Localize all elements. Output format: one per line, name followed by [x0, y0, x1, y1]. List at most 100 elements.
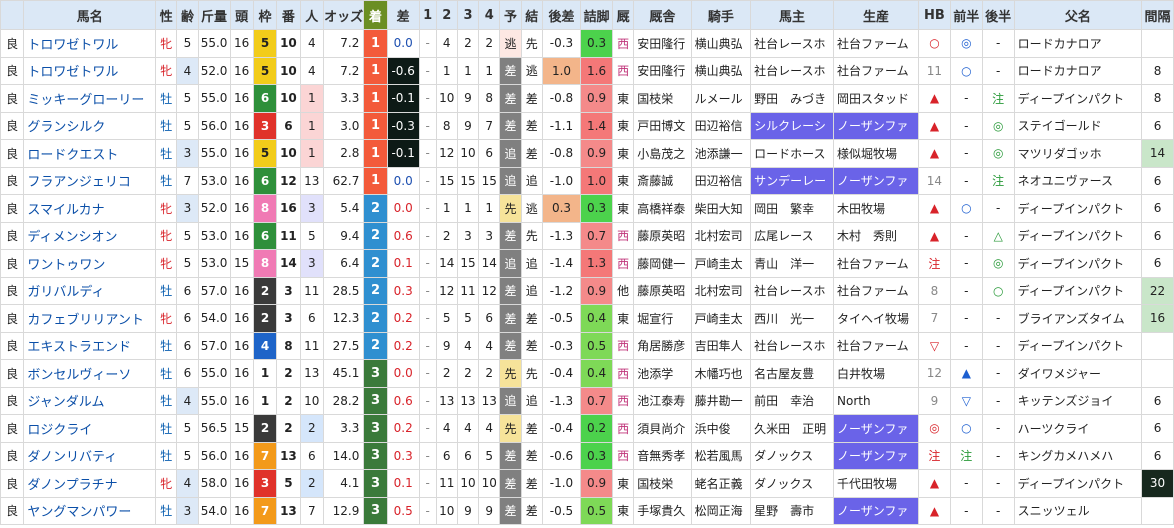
odds-cell: 3.0 — [322, 111, 365, 140]
header-2[interactable]: 齢 — [176, 0, 199, 30]
horse-name-link[interactable]: カフェブリリアント — [23, 304, 157, 333]
header-13[interactable]: 3 — [456, 0, 480, 30]
header-6[interactable]: 番 — [276, 0, 301, 30]
header-1[interactable]: 性 — [155, 0, 178, 30]
table-row[interactable]: 良ボンセルヴィーソ牡 6 55.0 16 1 2 13 45.1 3 0.0-2 2 2 先先 -0.4 0… — [0, 359, 1174, 388]
header-3[interactable]: 斤量 — [197, 0, 231, 30]
table-row[interactable]: 良スマイルカナ牝 3 52.0 16 8 16 3 5.4 2 0.0-1 1 1 先逃 0.3 0.3 東高… — [0, 194, 1174, 223]
horse-name-link[interactable]: フラアンジェリコ — [23, 166, 157, 195]
corner2-cell: 14 — [435, 249, 458, 278]
sire-cell: ディープインパクト — [1013, 469, 1143, 498]
horse-name-link[interactable]: ロジクライ — [23, 414, 157, 443]
horse-name-link[interactable]: ダノンプラチナ — [23, 469, 157, 498]
table-row[interactable]: 良ジャンダルム牡 4 55.0 16 1 2 10 28.2 3 0.6-13 13 13 追追 -1.3… — [0, 386, 1174, 415]
east-west-cell: 西 — [611, 359, 635, 388]
header-9[interactable]: 着 — [363, 0, 388, 30]
horse-name-link[interactable]: ロードクエスト — [23, 139, 157, 168]
corner1-cell: - — [418, 276, 437, 305]
horse-name-link[interactable]: ガリバルディ — [23, 276, 157, 305]
header-25[interactable]: 前半 — [949, 0, 983, 30]
header-23[interactable]: 生産 — [833, 0, 919, 30]
horse-name-link[interactable]: ミッキーグローリー — [23, 84, 157, 113]
header-8[interactable]: オッズ — [322, 0, 365, 30]
table-row[interactable]: 良エキストラエンド牡 6 57.0 16 4 8 11 27.5 2 0.2-9 4 4 差差 -0.3 0… — [0, 331, 1174, 360]
sex-cell: 牝 — [155, 194, 178, 223]
hb-mark-cell: ○ — [918, 29, 951, 58]
header-16[interactable]: 結 — [520, 0, 543, 30]
horse-name-link[interactable]: グランシルク — [23, 111, 157, 140]
jockey-cell: 戸崎圭太 — [690, 249, 752, 278]
horse-name-link[interactable]: ジャンダルム — [23, 386, 157, 415]
sire-cell: ハーツクライ — [1013, 414, 1143, 443]
horse-number-cell: 8 — [276, 331, 301, 360]
second-half-mark-cell: - — [981, 304, 1015, 333]
header-10[interactable]: 差 — [386, 0, 420, 30]
table-row[interactable]: 良ロードクエスト牡 3 55.0 16 5 10 1 2.8 1 -0.1-12 10 6 追差 -0.8… — [0, 139, 1174, 168]
horse-number-cell: 2 — [276, 386, 301, 415]
horse-name-link[interactable]: トロワゼトワル — [23, 56, 157, 85]
hb-mark-cell: 11 — [918, 56, 951, 85]
odds-cell: 7.2 — [322, 56, 365, 85]
table-row[interactable]: 良トロワゼトワル牝 5 55.0 16 5 10 4 7.2 1 0.0-4 2 2 逃先 -0.3 0.3… — [0, 29, 1174, 58]
agari-cell: 0.3 — [580, 194, 613, 223]
horse-name-link[interactable]: ワントゥワン — [23, 249, 157, 278]
sex-cell: 牡 — [155, 111, 178, 140]
corner1-cell: - — [418, 331, 437, 360]
predicted-pace-cell: 差 — [499, 84, 522, 113]
table-row[interactable]: 良ガリバルディ牡 6 57.0 16 2 3 11 28.5 2 0.3-12 11 12 差追 -1.2… — [0, 276, 1174, 305]
horse-name-link[interactable]: ディメンシオン — [23, 221, 157, 250]
header-12[interactable]: 2 — [435, 0, 458, 30]
table-row[interactable]: 良フラアンジェリコ牡 7 53.0 16 6 12 13 62.7 1 0.0-15 15 15 追追 -… — [0, 166, 1174, 195]
horse-name-link[interactable]: トロワゼトワル — [23, 29, 157, 58]
corner1-cell: - — [418, 496, 437, 525]
header-5[interactable]: 枠 — [252, 0, 278, 30]
header-22[interactable]: 馬主 — [750, 0, 834, 30]
horse-name-link[interactable]: ヤングマンパワー — [23, 496, 157, 525]
horse-name-link[interactable]: エキストラエンド — [23, 331, 157, 360]
interval-cell: 30 — [1141, 469, 1174, 498]
weight-cell: 58.0 — [197, 469, 231, 498]
header-14[interactable]: 4 — [478, 0, 501, 30]
table-row[interactable]: 良ミッキーグローリー牡 5 55.0 16 6 10 1 3.3 1 -0.1-10 9 8 差差 -0.… — [0, 84, 1174, 113]
table-row[interactable]: 良ロジクライ牡 5 56.5 15 2 2 2 3.3 3 0.2-4 4 4 先差 -0.4 0.2 西須貝… — [0, 414, 1174, 443]
header-17[interactable]: 後差 — [541, 0, 582, 30]
header-4[interactable]: 頭 — [229, 0, 254, 30]
header-7[interactable]: 人 — [299, 0, 325, 30]
sex-cell: 牝 — [155, 56, 178, 85]
breeder-cell: 社台ファーム — [833, 249, 919, 278]
table-row[interactable]: 良ヤングマンパワー牡 3 54.0 16 7 13 7 12.9 3 0.5-10 9 9 差差 -0.5… — [0, 496, 1174, 525]
interval-cell: 6 — [1141, 249, 1174, 278]
east-west-cell: 西 — [611, 331, 635, 360]
header-20[interactable]: 厩舎 — [633, 0, 692, 30]
table-row[interactable]: 良グランシルク牡 5 56.0 16 3 6 1 3.0 1 -0.3-8 9 7 差差 -1.1 1.4 東… — [0, 111, 1174, 140]
header-28[interactable]: 間隔 — [1141, 0, 1174, 30]
header-21[interactable]: 騎手 — [690, 0, 752, 30]
corner1-cell: - — [418, 441, 437, 470]
horse-name-link[interactable]: ボンセルヴィーソ — [23, 359, 157, 388]
table-row[interactable]: 良ダノンプラチナ牝 4 58.0 16 3 5 2 4.1 3 0.1-11 10 10 差差 -1.0 0… — [0, 469, 1174, 498]
table-row[interactable]: 良カフェブリリアント牝 6 54.0 16 2 3 6 12.3 2 0.2-5 5 6 差差 -0.5 0… — [0, 304, 1174, 333]
corner3-cell: 2 — [456, 29, 480, 58]
header-24[interactable]: HB — [918, 0, 951, 30]
table-row[interactable]: 良ディメンシオン牝 5 53.0 16 6 11 5 9.4 2 0.6-2 3 3 差先 -1.3 0.7… — [0, 221, 1174, 250]
predicted-pace-cell: 差 — [499, 111, 522, 140]
owner-cell: 社台レースホ — [750, 276, 834, 305]
header-15[interactable]: 予 — [499, 0, 522, 30]
header-26[interactable]: 後半 — [981, 0, 1015, 30]
horse-name-link[interactable]: ダノンリバティ — [23, 441, 157, 470]
header-11[interactable]: 1 — [418, 0, 437, 30]
table-row[interactable]: 良ダノンリバティ牡 5 56.0 16 7 13 6 14.0 3 0.3-6 6 5 差差 -0.6 0.… — [0, 441, 1174, 470]
popularity-cell: 4 — [299, 29, 325, 58]
corner4-cell: 4 — [478, 331, 501, 360]
header-0[interactable]: 馬名 — [23, 0, 157, 30]
header-19[interactable]: 厩 — [611, 0, 635, 30]
horse-number-cell: 10 — [276, 29, 301, 58]
margin-cell: 0.1 — [386, 469, 420, 498]
header-18[interactable]: 詰脚 — [580, 0, 613, 30]
header-27[interactable]: 父名 — [1013, 0, 1143, 30]
table-row[interactable]: 良トロワゼトワル牝 4 52.0 16 5 10 4 7.2 1 -0.6-1 1 1 差逃 1.0 1.6… — [0, 56, 1174, 85]
breeder-cell: 白井牧場 — [833, 359, 919, 388]
horse-name-link[interactable]: スマイルカナ — [23, 194, 157, 223]
breeder-cell: ノーザンファ — [833, 414, 919, 443]
table-row[interactable]: 良ワントゥワン牝 5 53.0 15 8 14 3 6.4 2 0.1-14 15 14 追追 -1.4 1… — [0, 249, 1174, 278]
